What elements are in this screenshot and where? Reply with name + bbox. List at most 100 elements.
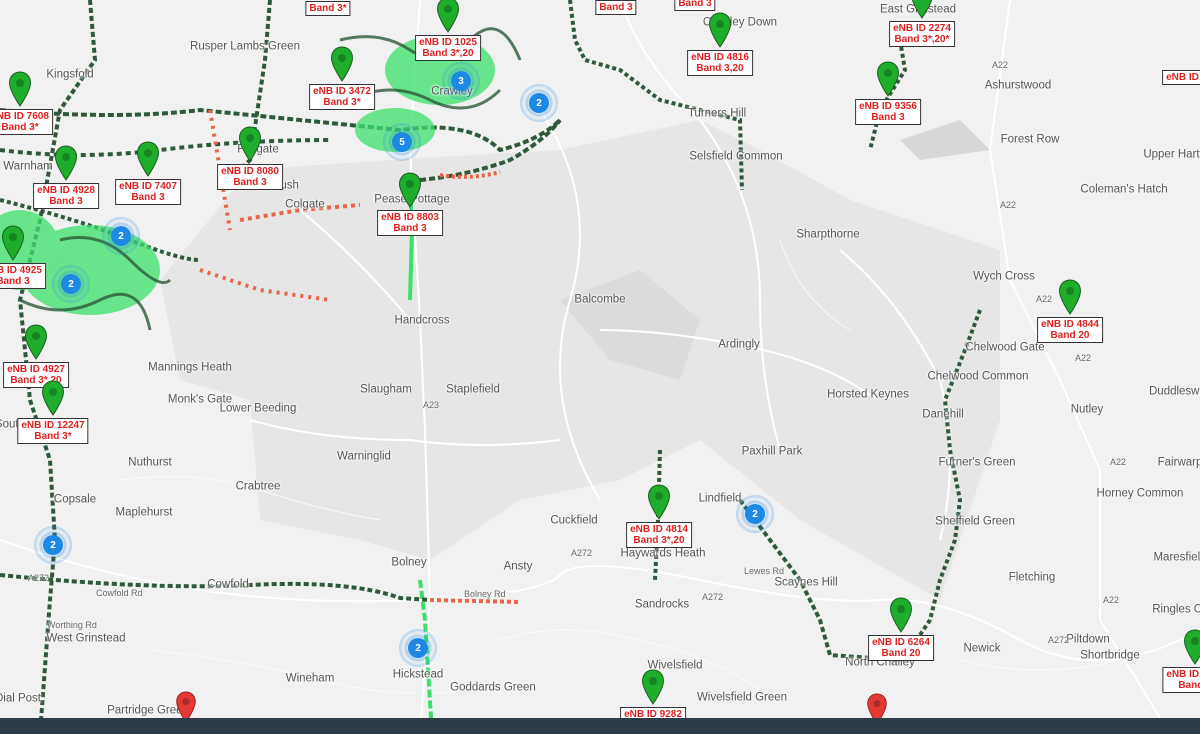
place-label: Selsfield Common (689, 150, 783, 163)
site-id: eNB ID 4816 (691, 52, 749, 63)
site-pin-icon[interactable] (1, 225, 25, 261)
cluster-marker[interactable]: 2 (736, 495, 774, 533)
site-label[interactable]: eNB ID 7407 Band 3 (115, 179, 181, 205)
site-band: Band 3 (233, 177, 267, 188)
site-pin-icon[interactable] (647, 484, 671, 520)
road-label: Worthing Rd (47, 620, 97, 630)
site-id: eNB ID 8080 (221, 166, 279, 177)
site-label[interactable]: eNB ID 4925Band 3 (0, 263, 46, 289)
place-label: Warninglid (337, 450, 391, 463)
cluster-marker[interactable]: 2 (102, 217, 140, 255)
place-label: Bolney (391, 556, 427, 569)
road-label: A272 (28, 573, 50, 583)
place-label: Warnham (3, 160, 53, 173)
site-pin-icon[interactable] (398, 172, 422, 208)
site-pin-icon[interactable] (24, 324, 48, 360)
road-label: A23 (423, 400, 440, 410)
site-label[interactable]: eNB ID 1025 Band 3*,20 (415, 35, 481, 61)
road-label: A22 (1075, 353, 1092, 363)
place-label: Horney Common (1096, 487, 1184, 500)
place-label: Turners Hill (687, 107, 747, 120)
place-label: Horsted Keynes (827, 388, 909, 401)
site-label-partial[interactable]: Band 3 (674, 0, 716, 11)
cluster-marker[interactable]: 3 (442, 62, 480, 100)
place-label: Sandrocks (634, 598, 690, 611)
site-pin-icon[interactable] (641, 669, 665, 705)
road-label: A272 (702, 592, 724, 602)
place-label: Forest Row (1000, 133, 1060, 146)
site-pin-icon[interactable] (889, 597, 913, 633)
site-pin-icon[interactable] (708, 12, 732, 48)
site-pin-icon[interactable] (1183, 629, 1200, 665)
site-label[interactable]: eNB ID 4928 Band 3 (33, 183, 99, 209)
site-label-partial[interactable]: eNB ID 5040 (1162, 70, 1200, 85)
site-label-partial[interactable]: Band 3* (305, 1, 351, 16)
site-id: eNB ID 2110 (1166, 669, 1200, 680)
road-label: A272 (571, 548, 593, 558)
site-label[interactable]: eNB ID 7608Band 3* (0, 109, 53, 135)
place-label: Slaugham (360, 383, 412, 396)
road-label: Bolney Rd (464, 589, 506, 599)
site-label[interactable]: eNB ID 12247 Band 3* (17, 418, 89, 444)
place-label: Piltdown (1066, 633, 1110, 646)
site-label[interactable]: eNB ID 4816 Band 3,20 (687, 50, 753, 76)
place-label: Nuthurst (128, 456, 172, 469)
place-label: Upper Hartfield (1143, 148, 1200, 161)
place-label: Copsale (53, 493, 97, 506)
bottom-bar (0, 718, 1200, 734)
place-label: Chelwood Common (927, 370, 1029, 383)
place-label: Maresfield (1153, 551, 1200, 564)
site-label[interactable]: eNB ID 4844 Band 20 (1037, 317, 1103, 343)
site-label[interactable]: eNB ID 4814 Band 3*,20 (626, 522, 692, 548)
site-label[interactable]: eNB ID 8080 Band 3 (217, 164, 283, 190)
site-label[interactable]: eNB ID 3472 Band 3* (309, 84, 375, 110)
site-band: Band 3*,20* (894, 34, 950, 45)
site-band: Band 3 (0, 276, 30, 287)
place-label: Staplefield (446, 383, 500, 396)
site-label[interactable]: eNB ID 9356 Band 3 (855, 99, 921, 125)
site-pin-icon[interactable] (238, 126, 262, 162)
site-pin-icon[interactable] (436, 0, 460, 33)
site-pin-icon[interactable] (876, 61, 900, 97)
cluster-marker[interactable]: 2 (52, 265, 90, 303)
cluster-count: 2 (408, 638, 428, 658)
place-label: Hickstead (392, 668, 444, 681)
cluster-marker[interactable]: 2 (520, 84, 558, 122)
site-id: eNB ID 9356 (859, 101, 917, 112)
site-pin-icon[interactable] (41, 380, 65, 416)
site-id: eNB ID 12247 (21, 420, 85, 431)
site-label[interactable]: eNB ID 8803 Band 3 (377, 210, 443, 236)
site-id: eNB ID 7407 (119, 181, 177, 192)
site-band: Band 3 (49, 196, 83, 207)
place-label: Ashurstwood (984, 79, 1052, 92)
place-label: Newick (963, 642, 1001, 655)
cluster-marker[interactable]: 5 (383, 123, 421, 161)
place-label: Balcombe (574, 293, 626, 306)
cluster-marker[interactable]: 2 (399, 629, 437, 667)
site-band: Band 3* (1, 122, 39, 133)
place-label: Mannings Heath (148, 361, 232, 374)
place-label: Wivelsfield Green (696, 691, 788, 704)
site-pin-icon[interactable] (330, 46, 354, 82)
place-label: Ringles Cross (1152, 603, 1200, 616)
cluster-marker[interactable]: 2 (34, 526, 72, 564)
road-label: A22 (992, 60, 1009, 70)
place-label: Haywards Heath (620, 547, 706, 560)
site-label[interactable]: eNB ID 2110Band 3 (1162, 667, 1200, 693)
site-pin-icon[interactable] (8, 71, 32, 107)
site-label[interactable]: eNB ID 6264 Band 20 (868, 635, 934, 661)
place-label: Chelwood Gate (965, 341, 1045, 354)
site-band: Band 3 (393, 223, 427, 234)
site-id: eNB ID 1025 (419, 37, 477, 48)
place-label: Nutley (1070, 403, 1104, 416)
site-pin-icon[interactable] (1058, 279, 1082, 315)
site-label[interactable]: eNB ID 2274 Band 3*,20* (889, 21, 955, 47)
site-pin-icon[interactable] (136, 141, 160, 177)
site-id: eNB ID 4925 (0, 265, 42, 276)
coverage-map[interactable]: Rusper Lambs GreenKingsfoldCrawleyCrawle… (0, 0, 1200, 734)
site-label-partial[interactable]: Band 3 (595, 0, 637, 15)
cluster-count: 2 (43, 535, 63, 555)
site-pin-icon[interactable] (54, 145, 78, 181)
place-label: Fairwarp (1157, 456, 1200, 469)
site-pin-icon[interactable] (910, 0, 934, 19)
